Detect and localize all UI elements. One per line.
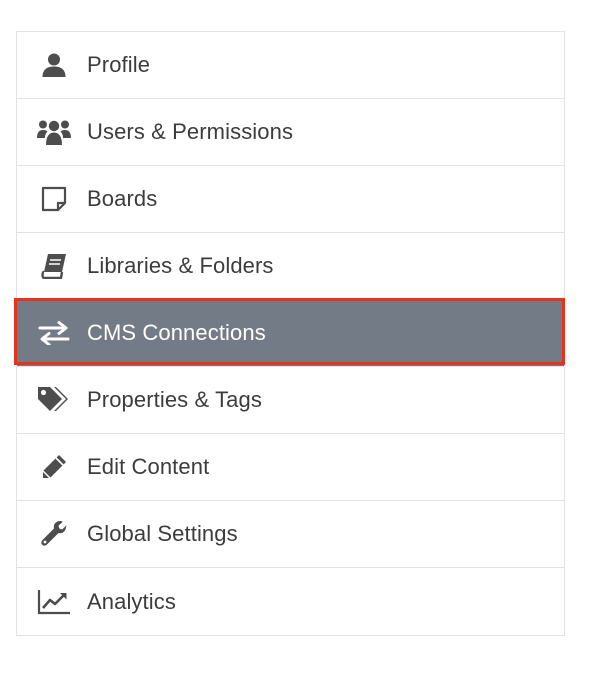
user-icon bbox=[37, 50, 71, 80]
menu-item-label: Boards bbox=[87, 186, 158, 211]
sticky-note-icon bbox=[37, 184, 71, 214]
menu-item-cms-connections[interactable]: CMS Connections bbox=[14, 298, 565, 367]
menu-item-label: Edit Content bbox=[87, 454, 210, 479]
menu-item-edit-content[interactable]: Edit Content bbox=[17, 434, 564, 501]
menu-item-boards[interactable]: Boards bbox=[17, 166, 564, 233]
menu-item-label: Properties & Tags bbox=[87, 387, 262, 412]
tags-icon bbox=[37, 385, 71, 415]
menu-item-label: Global Settings bbox=[87, 521, 238, 546]
settings-menu: Profile Users & Permissions Boards Libra… bbox=[14, 31, 565, 636]
menu-item-label: CMS Connections bbox=[87, 320, 266, 345]
menu-item-label: Libraries & Folders bbox=[87, 253, 274, 278]
wrench-icon bbox=[37, 519, 71, 549]
exchange-icon bbox=[37, 318, 71, 348]
menu-item-users-permissions[interactable]: Users & Permissions bbox=[17, 99, 564, 166]
menu-item-label: Profile bbox=[87, 52, 151, 77]
menu-item-label: Analytics bbox=[87, 588, 176, 614]
line-chart-icon bbox=[37, 587, 71, 617]
menu-item-global-settings[interactable]: Global Settings bbox=[17, 501, 564, 568]
menu-item-properties-tags[interactable]: Properties & Tags bbox=[17, 367, 564, 434]
users-icon bbox=[37, 117, 71, 147]
menu-item-profile[interactable]: Profile bbox=[17, 32, 564, 99]
pencil-icon bbox=[37, 452, 71, 482]
menu-item-libraries-folders[interactable]: Libraries & Folders bbox=[17, 233, 564, 300]
book-icon bbox=[37, 251, 71, 281]
menu-item-analytics[interactable]: Analytics bbox=[17, 568, 564, 635]
menu-item-label: Users & Permissions bbox=[87, 119, 294, 144]
